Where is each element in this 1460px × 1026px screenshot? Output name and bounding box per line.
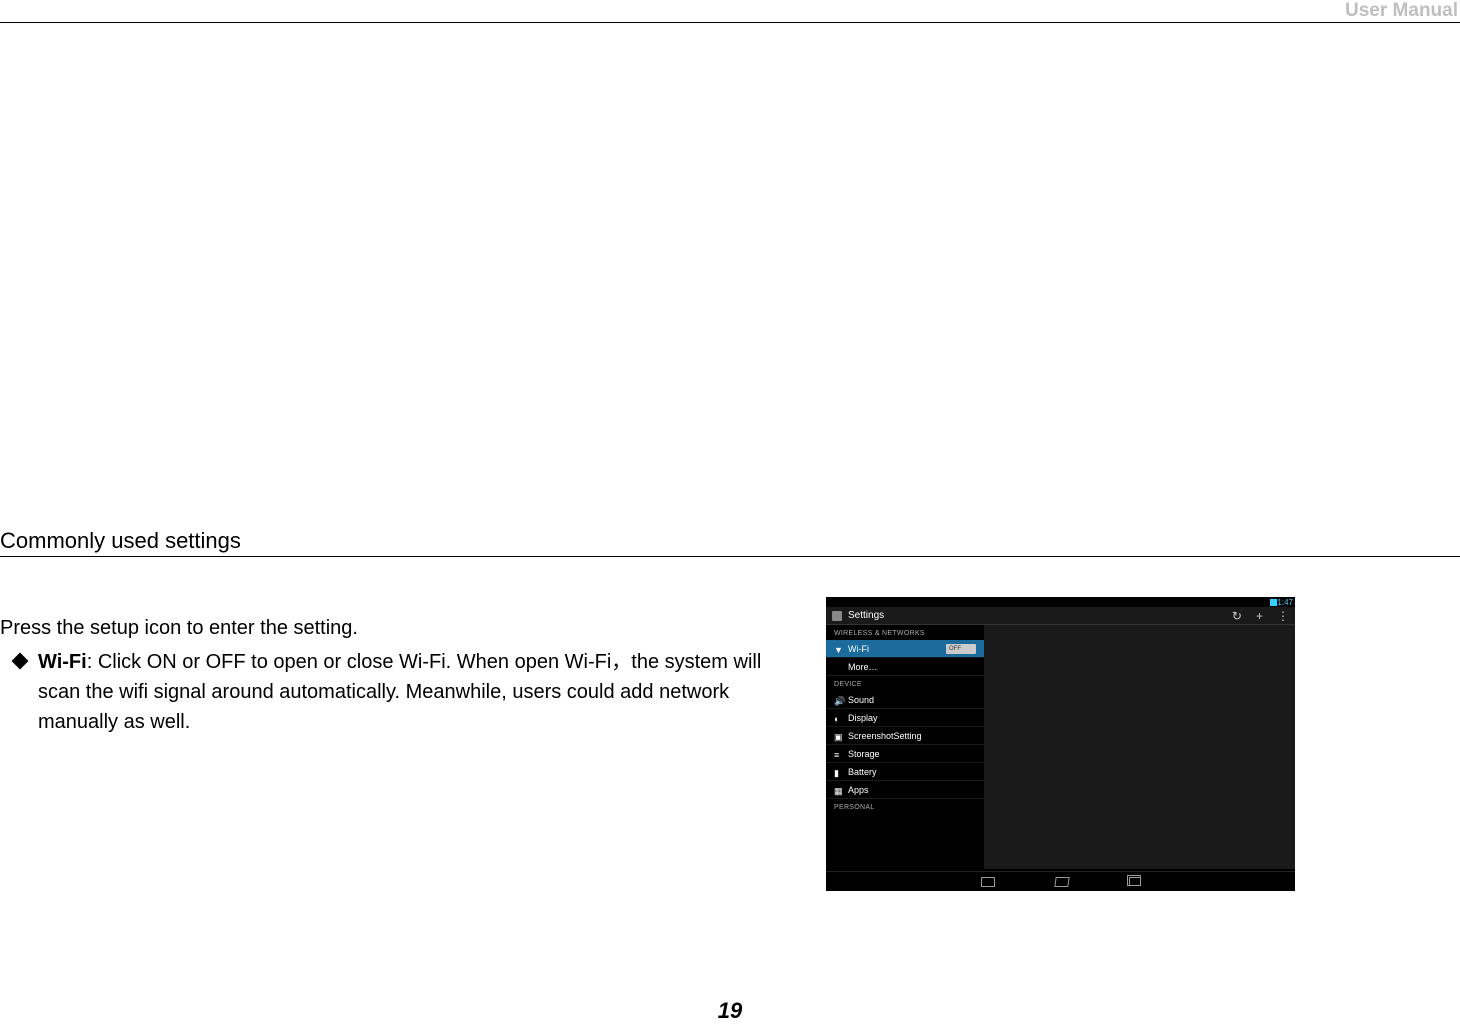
wifi-toggle[interactable]: OFF: [946, 644, 976, 654]
sidebar-item-label: ScreenshotSetting: [848, 731, 922, 741]
menu-icon[interactable]: ⋮: [1277, 609, 1289, 623]
nav-back-icon[interactable]: [981, 877, 995, 887]
blank-icon: [834, 663, 842, 671]
header-rule: [0, 22, 1460, 23]
screenshot-icon: ▣: [834, 732, 842, 740]
category-personal: PERSONAL: [826, 799, 984, 814]
wifi-icon: ▼: [834, 645, 842, 653]
header-title: User Manual: [1345, 0, 1460, 22]
battery-icon: [1270, 599, 1277, 606]
display-icon: ◐: [834, 714, 842, 722]
android-settings-screenshot: 1:47 Settings ↻ + ⋮ WIRELESS & NETWORKS …: [826, 597, 1295, 891]
settings-main-pane: [984, 625, 1295, 869]
refresh-icon[interactable]: ↻: [1232, 609, 1242, 623]
section-heading: Commonly used settings: [0, 528, 1460, 557]
sidebar-item-wifi[interactable]: ▼ Wi-Fi OFF: [826, 640, 984, 658]
storage-icon: ≡: [834, 750, 842, 758]
sidebar-item-label: Wi-Fi: [848, 644, 869, 654]
diamond-bullet-icon: [12, 653, 29, 670]
category-device: DEVICE: [826, 676, 984, 691]
sidebar-item-storage[interactable]: ≡ Storage: [826, 745, 984, 763]
status-time: 1:47: [1277, 598, 1293, 607]
navigation-bar: [826, 871, 1295, 891]
sidebar-item-label: Sound: [848, 695, 874, 705]
bullet-label: Wi-Fi: [38, 651, 87, 673]
intro-line: Press the setup icon to enter the settin…: [0, 613, 795, 643]
sidebar-item-label: More…: [848, 662, 878, 672]
sidebar-item-screenshot[interactable]: ▣ ScreenshotSetting: [826, 727, 984, 745]
page-number: 19: [718, 998, 742, 1024]
sidebar-item-label: Apps: [848, 785, 869, 795]
sidebar-item-label: Storage: [848, 749, 880, 759]
settings-app-icon: [832, 611, 842, 621]
sound-icon: 🔊: [834, 696, 842, 704]
sidebar-item-display[interactable]: ◐ Display: [826, 709, 984, 727]
settings-header: Settings ↻ + ⋮: [826, 607, 1295, 625]
bullet-item: Wi-Fi: Click ON or OFF to open or close …: [0, 647, 795, 737]
sidebar-item-battery[interactable]: ▮ Battery: [826, 763, 984, 781]
sidebar-item-label: Battery: [848, 767, 877, 777]
bullet-text: Wi-Fi: Click ON or OFF to open or close …: [38, 647, 795, 737]
battery-icon: ▮: [834, 768, 842, 776]
sidebar-item-label: Display: [848, 713, 878, 723]
bullet-desc: : Click ON or OFF to open or close Wi-Fi…: [38, 651, 761, 733]
add-icon[interactable]: +: [1256, 609, 1263, 623]
category-wireless: WIRELESS & NETWORKS: [826, 625, 984, 640]
settings-title: Settings: [848, 610, 884, 621]
apps-icon: ▦: [834, 786, 842, 794]
nav-recent-icon[interactable]: [1129, 877, 1141, 886]
status-bar: 1:47: [826, 597, 1295, 607]
settings-sidebar: WIRELESS & NETWORKS ▼ Wi-Fi OFF More… DE…: [826, 625, 984, 814]
sidebar-item-apps[interactable]: ▦ Apps: [826, 781, 984, 799]
nav-home-icon[interactable]: [1054, 877, 1069, 887]
sidebar-item-more[interactable]: More…: [826, 658, 984, 676]
body-text: Press the setup icon to enter the settin…: [0, 613, 795, 737]
sidebar-item-sound[interactable]: 🔊 Sound: [826, 691, 984, 709]
